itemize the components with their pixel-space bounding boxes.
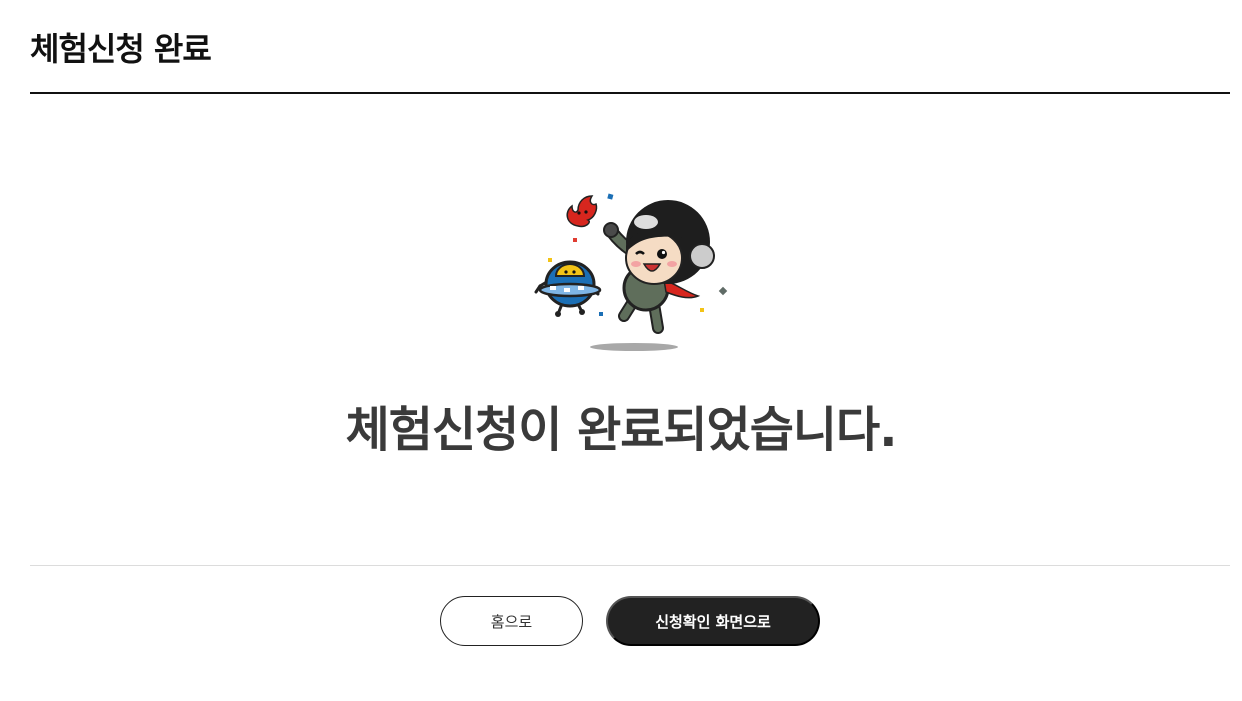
section-divider bbox=[30, 565, 1230, 566]
home-button[interactable]: 홈으로 bbox=[440, 596, 583, 646]
pilot-character bbox=[603, 200, 715, 334]
ufo-robot-character bbox=[534, 260, 602, 317]
page-header: 체험신청 완료 bbox=[30, 26, 1230, 94]
confirm-application-button[interactable]: 신청확인 화면으로 bbox=[606, 596, 820, 646]
completion-message: 체험신청이 완료되었습니다. bbox=[345, 402, 898, 458]
mascot-shadow bbox=[590, 343, 678, 351]
red-flame-character bbox=[566, 195, 598, 228]
mascot-illustration bbox=[526, 188, 736, 358]
page-title: 체험신청 완료 bbox=[30, 30, 212, 68]
